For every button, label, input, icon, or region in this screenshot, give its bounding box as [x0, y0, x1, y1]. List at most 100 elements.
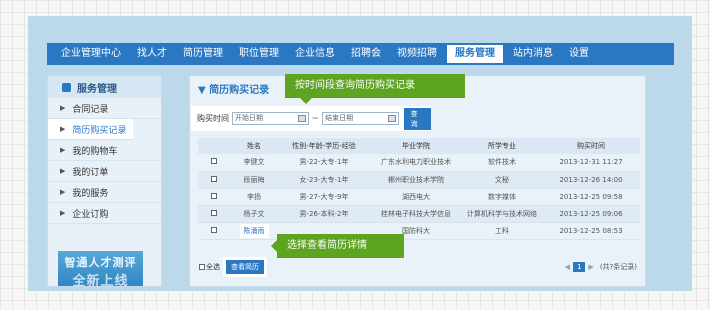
candidate-school: 湖西电大 [370, 188, 462, 206]
prev-page-icon[interactable]: ◀ [565, 263, 570, 271]
table-actions: 全选 查看简历 [199, 257, 267, 277]
row-checkbox[interactable] [211, 175, 217, 182]
purchase-time: 2013-12-31 11:27 [542, 154, 640, 172]
nav-item-job-fair[interactable]: 招聘会 [343, 43, 389, 65]
table-row: 段丽梅 女-23-大专-1年 郴州职业技术学院 文秘 2013-12-26 14… [198, 171, 640, 189]
col-select [198, 138, 230, 154]
end-date-input[interactable]: 结束日期 [322, 112, 399, 125]
service-icon [62, 82, 71, 92]
col-major: 所学专业 [462, 138, 542, 154]
page-title-text: 简历购买记录 [209, 85, 270, 96]
page-number-current[interactable]: 1 [572, 262, 586, 272]
nav-item-company-center[interactable]: 企业管理中心 [53, 43, 129, 65]
sidebar-item-label: 企业订购 [72, 209, 109, 220]
nav-item-settings[interactable]: 设置 [561, 43, 597, 65]
table-header-row: 姓名 性别-年龄-学历-经验 毕业学院 所学专业 购买时间 [198, 138, 640, 154]
sidebar-item-label: 我的订单 [72, 167, 109, 178]
caret-down-icon: ▼ [198, 85, 210, 96]
arrow-right-icon: ▶ [60, 146, 66, 154]
row-checkbox[interactable] [211, 192, 217, 199]
candidate-major: 文秘 [462, 171, 542, 189]
sidebar-item-enterprise-order[interactable]: ▶ 企业订购 [48, 203, 161, 224]
next-page-icon[interactable]: ▶ [588, 263, 593, 271]
sidebar-item-label: 合同记录 [72, 104, 109, 115]
callout-view-tip: 选择查看简历详情 [277, 234, 404, 258]
candidate-profile: 男-26-本科-2年 [278, 205, 370, 223]
candidate-major: 数字媒体 [462, 188, 542, 206]
nav-item-company-info[interactable]: 企业信息 [287, 43, 343, 65]
table-row: 李健文 男-22-大专-1年 广东水利电力职业技术 软件技术 2013-12-3… [198, 154, 640, 172]
purchase-time: 2013-12-25 08:53 [542, 222, 640, 240]
row-checkbox[interactable] [211, 158, 217, 165]
candidate-school: 郴州职业技术学院 [370, 171, 462, 189]
candidate-name-link[interactable]: 杨子文 [230, 205, 278, 223]
table-row: 陈涌雨 国防科大 工科 2013-12-25 08:53 [198, 222, 640, 240]
end-date-placeholder: 结束日期 [325, 114, 354, 122]
candidate-name-link[interactable]: 段丽梅 [230, 171, 278, 189]
purchase-time: 2013-12-25 09:58 [542, 188, 640, 206]
sidebar-item-contracts[interactable]: ▶ 合同记录 [48, 98, 161, 119]
calendar-icon[interactable] [387, 115, 396, 122]
banner-line-1: 智通人才测评 [64, 256, 137, 269]
candidate-school: 广东水利电力职业技术 [370, 154, 462, 172]
sidebar-item-label: 我的购物车 [72, 146, 118, 157]
start-date-input[interactable]: 开始日期 [232, 112, 309, 125]
col-name: 姓名 [230, 138, 278, 154]
nav-item-job-manage[interactable]: 职位管理 [231, 43, 287, 65]
page-title: ▼ 简历购买记录 [198, 81, 269, 96]
purchase-table: 姓名 性别-年龄-学历-经验 毕业学院 所学专业 购买时间 李健文 男-22-大… [198, 138, 640, 240]
arrow-right-icon: ▶ [60, 167, 66, 175]
date-filter: 购买时间 开始日期 ~ 结束日期 查询 [191, 106, 431, 131]
sidebar-item-services[interactable]: ▶ 我的服务 [48, 182, 161, 203]
purchase-time: 2013-12-26 14:00 [542, 171, 640, 189]
select-all-label: 全选 [206, 263, 220, 271]
nav-item-video-recruit[interactable]: 视频招聘 [389, 43, 445, 65]
callout-pointer-top [300, 98, 312, 104]
promo-banner[interactable]: 智通人才测评 全新上线 [58, 251, 143, 286]
view-resume-button-wrap: 查看简历 [223, 257, 267, 277]
sidebar-item-orders[interactable]: ▶ 我的订单 [48, 161, 161, 182]
candidate-name-link[interactable]: 李健文 [230, 154, 278, 172]
view-resume-button[interactable]: 查看简历 [226, 260, 264, 274]
top-nav: 企业管理中心 找人才 简历管理 职位管理 企业信息 招聘会 视频招聘 服务管理 … [47, 43, 674, 65]
sidebar-title: 服务管理 [48, 76, 161, 98]
filter-label: 购买时间 [197, 114, 229, 123]
date-separator: ~ [311, 113, 320, 124]
main-panel: ▼ 简历购买记录 购买时间 开始日期 ~ 结束日期 查询 姓名 性别-年龄-学历… [189, 75, 646, 287]
candidate-major: 软件技术 [462, 154, 542, 172]
table-row: 李扬 男-27-大专-9年 湖西电大 数字媒体 2013-12-25 09:58 [198, 188, 640, 206]
arrow-right-icon: ▶ [60, 104, 66, 112]
row-checkbox[interactable] [211, 226, 217, 233]
start-date-placeholder: 开始日期 [235, 114, 263, 122]
nav-item-resume-manage[interactable]: 简历管理 [175, 43, 231, 65]
col-time: 购买时间 [542, 138, 640, 154]
col-school: 毕业学院 [370, 138, 462, 154]
nav-item-service-manage[interactable]: 服务管理 [447, 45, 503, 63]
purchase-time: 2013-12-25 09:06 [542, 205, 640, 223]
record-count: (共?条记录) [599, 263, 637, 271]
select-all-checkbox[interactable] [199, 264, 205, 270]
candidate-major: 计算机科学与技术网络 [462, 205, 542, 223]
pagination: ◀ 1 ▶ (共?条记录) [562, 262, 637, 272]
candidate-name-link[interactable]: 李扬 [230, 188, 278, 206]
nav-item-find-talent[interactable]: 找人才 [129, 43, 175, 65]
sidebar-item-cart[interactable]: ▶ 我的购物车 [48, 140, 161, 161]
sidebar-item-label: 简历购买记录 [72, 125, 127, 136]
callout-query-tip: 按时间段查询简历购买记录 [285, 74, 465, 98]
candidate-profile: 男-22-大专-1年 [278, 154, 370, 172]
candidate-major: 工科 [462, 222, 542, 240]
arrow-right-icon: ▶ [60, 188, 66, 196]
table-row: 杨子文 男-26-本科-2年 桂林电子科技大学信息 计算机科学与技术网络 201… [198, 205, 640, 223]
callout-pointer-bottom [271, 240, 277, 252]
candidate-name-link[interactable]: 陈涌雨 [230, 222, 278, 240]
arrow-right-icon: ▶ [60, 125, 66, 133]
row-checkbox[interactable] [211, 209, 217, 216]
candidate-profile: 男-27-大专-9年 [278, 188, 370, 206]
query-button[interactable]: 查询 [403, 107, 431, 130]
nav-item-messages[interactable]: 站内消息 [505, 43, 561, 65]
calendar-icon[interactable] [297, 115, 306, 122]
candidate-name-text[interactable]: 陈涌雨 [239, 223, 269, 238]
sidebar-title-text: 服务管理 [77, 83, 117, 95]
candidate-school: 桂林电子科技大学信息 [370, 205, 462, 223]
sidebar-item-resume-purchases[interactable]: ▶ 简历购买记录 [48, 119, 133, 140]
